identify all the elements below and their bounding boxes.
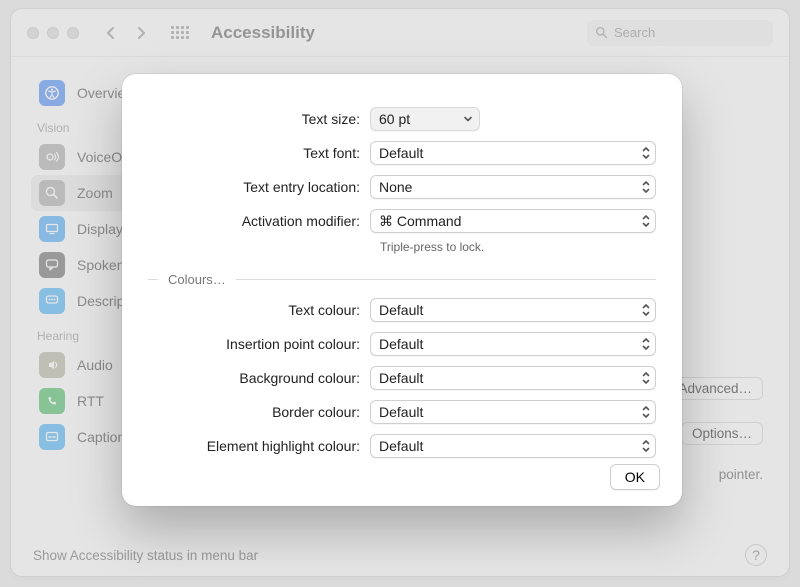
entry-location-value: None [379, 179, 412, 195]
background-colour-value: Default [379, 370, 423, 386]
entry-location-label: Text entry location: [148, 179, 370, 195]
background-colour-label: Background colour: [148, 370, 370, 386]
chevron-down-icon [463, 114, 473, 124]
highlight-colour-label: Element highlight colour: [148, 438, 370, 454]
background-colour-select[interactable]: Default [370, 366, 656, 390]
border-colour-select[interactable]: Default [370, 400, 656, 424]
updown-icon [642, 147, 650, 159]
text-font-select[interactable]: Default [370, 141, 656, 165]
insertion-colour-label: Insertion point colour: [148, 336, 370, 352]
colours-section-label: Colours… [148, 272, 656, 287]
border-colour-label: Border colour: [148, 404, 370, 420]
updown-icon [642, 406, 650, 418]
insertion-colour-select[interactable]: Default [370, 332, 656, 356]
text-size-label: Text size: [148, 111, 370, 127]
updown-icon [642, 304, 650, 316]
colours-section-text: Colours… [168, 272, 226, 287]
text-size-value: 60 pt [379, 111, 410, 127]
text-font-value: Default [379, 145, 423, 161]
activation-modifier-label: Activation modifier: [148, 213, 370, 229]
hover-text-options-sheet: Text size: 60 pt Text font: Default [122, 74, 682, 506]
updown-icon [642, 440, 650, 452]
activation-modifier-value: ⌘ Command [379, 213, 461, 230]
activation-hint: Triple-press to lock. [380, 240, 656, 254]
updown-icon [642, 181, 650, 193]
text-size-dropdown[interactable]: 60 pt [370, 107, 480, 131]
highlight-colour-select[interactable]: Default [370, 434, 656, 458]
text-colour-value: Default [379, 302, 423, 318]
updown-icon [642, 338, 650, 350]
text-colour-select[interactable]: Default [370, 298, 656, 322]
text-colour-label: Text colour: [148, 302, 370, 318]
highlight-colour-value: Default [379, 438, 423, 454]
insertion-colour-value: Default [379, 336, 423, 352]
updown-icon [642, 372, 650, 384]
ok-button[interactable]: OK [610, 464, 660, 490]
text-font-label: Text font: [148, 145, 370, 161]
border-colour-value: Default [379, 404, 423, 420]
entry-location-select[interactable]: None [370, 175, 656, 199]
activation-modifier-select[interactable]: ⌘ Command [370, 209, 656, 233]
updown-icon [642, 215, 650, 227]
